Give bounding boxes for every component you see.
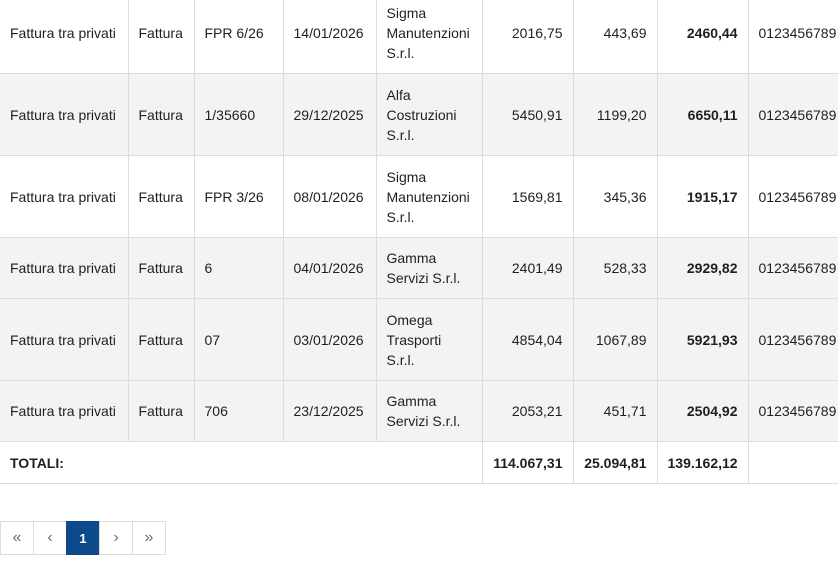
cell-tipo: Fattura tra privati [0,380,129,442]
cell-piva: 0123456789 [748,237,838,299]
cell-numero: 706 [194,380,284,442]
totals-imponibile: 114.067,31 [482,441,574,484]
cell-piva: 0123456789 [748,0,838,74]
cell-data: 23/12/2025 [283,380,377,442]
cell-documento: Fattura [128,155,195,238]
cell-imponibile: 1569,81 [482,155,574,238]
cell-fornitore: Gamma Servizi S.r.l. [376,237,483,299]
cell-imponibile: 2016,75 [482,0,574,74]
cell-fornitore: Sigma Manutenzioni S.r.l. [376,0,483,74]
totals-iva: 25.094,81 [573,441,658,484]
cell-iva: 1067,89 [573,298,658,381]
cell-piva: 0123456789 [748,298,838,381]
cell-fornitore: Omega Trasporti S.r.l. [376,298,483,381]
pagination: « ‹ 1 › » [0,521,166,555]
cell-piva: 0123456789 [748,155,838,238]
double-chevron-right-icon: » [144,529,154,546]
cell-piva: 0123456789 [748,380,838,442]
cell-tipo: Fattura tra privati [0,0,129,74]
cell-data: 04/01/2026 [283,237,377,299]
chevron-left-icon: ‹ [47,529,53,546]
cell-iva: 1199,20 [573,73,658,156]
chevron-right-icon: › [113,529,119,546]
cell-numero: 07 [194,298,284,381]
cell-iva: 443,69 [573,0,658,74]
table-row[interactable]: Fattura tra privati Fattura FPR 3/26 08/… [0,155,838,238]
cell-fornitore: Alfa Costruzioni S.r.l. [376,73,483,156]
cell-documento: Fattura [128,298,195,381]
cell-totale: 2460,44 [657,0,749,74]
cell-numero: 6 [194,237,284,299]
cell-iva: 345,36 [573,155,658,238]
totals-label: TOTALI: [0,441,483,484]
cell-fornitore: Sigma Manutenzioni S.r.l. [376,155,483,238]
cell-documento: Fattura [128,0,195,74]
table-row[interactable]: Fattura tra privati Fattura 07 03/01/202… [0,298,838,381]
cell-imponibile: 2053,21 [482,380,574,442]
page-1-button[interactable]: 1 [66,521,100,555]
cell-totale: 1915,17 [657,155,749,238]
cell-imponibile: 5450,91 [482,73,574,156]
cell-numero: FPR 6/26 [194,0,284,74]
next-page-button[interactable]: › [99,521,133,555]
cell-iva: 451,71 [573,380,658,442]
cell-documento: Fattura [128,237,195,299]
cell-imponibile: 4854,04 [482,298,574,381]
cell-totale: 6650,11 [657,73,749,156]
cell-totale: 5921,93 [657,298,749,381]
totals-row: TOTALI: 114.067,31 25.094,81 139.162,12 [0,441,838,484]
double-chevron-left-icon: « [12,529,22,546]
cell-documento: Fattura [128,73,195,156]
page-number: 1 [79,530,87,546]
cell-data: 08/01/2026 [283,155,377,238]
first-page-button[interactable]: « [0,521,34,555]
table-row[interactable]: Fattura tra privati Fattura 706 23/12/20… [0,380,838,442]
cell-fornitore: Gamma Servizi S.r.l. [376,380,483,442]
cell-data: 14/01/2026 [283,0,377,74]
table-row[interactable]: Fattura tra privati Fattura 1/35660 29/1… [0,73,838,156]
cell-data: 29/12/2025 [283,73,377,156]
last-page-button[interactable]: » [132,521,166,555]
cell-numero: 1/35660 [194,73,284,156]
totals-totale: 139.162,12 [657,441,749,484]
invoice-table-view: Fattura tra privati Fattura FPR 6/26 14/… [0,0,838,572]
cell-piva: 0123456789 [748,73,838,156]
totals-empty [748,441,838,484]
cell-data: 03/01/2026 [283,298,377,381]
cell-iva: 528,33 [573,237,658,299]
table-body: Fattura tra privati Fattura FPR 6/26 14/… [0,0,838,484]
cell-tipo: Fattura tra privati [0,298,129,381]
cell-documento: Fattura [128,380,195,442]
cell-numero: FPR 3/26 [194,155,284,238]
cell-tipo: Fattura tra privati [0,73,129,156]
cell-tipo: Fattura tra privati [0,155,129,238]
prev-page-button[interactable]: ‹ [33,521,67,555]
table-row[interactable]: Fattura tra privati Fattura FPR 6/26 14/… [0,0,838,74]
cell-imponibile: 2401,49 [482,237,574,299]
cell-totale: 2504,92 [657,380,749,442]
cell-tipo: Fattura tra privati [0,237,129,299]
table-row[interactable]: Fattura tra privati Fattura 6 04/01/2026… [0,237,838,299]
cell-totale: 2929,82 [657,237,749,299]
invoice-table: Fattura tra privati Fattura FPR 6/26 14/… [0,0,838,484]
